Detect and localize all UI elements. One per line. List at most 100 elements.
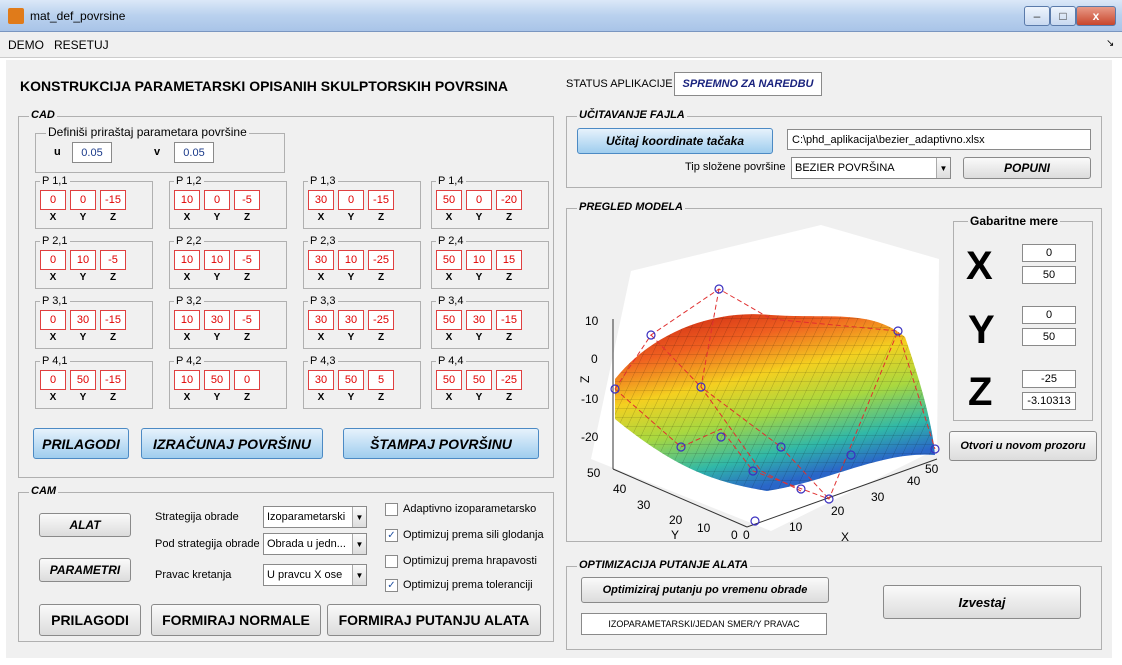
coord-z-input[interactable]: -25: [368, 310, 394, 330]
coord-x-input[interactable]: 0: [40, 310, 66, 330]
dim-z-min: -25: [1022, 370, 1076, 388]
adjust-cad-button[interactable]: PRILAGODI: [33, 428, 129, 459]
axis-x-label: X: [49, 272, 57, 283]
axis-y-label: Y: [347, 332, 355, 343]
coord-z-input[interactable]: 5: [368, 370, 394, 390]
coord-y-input[interactable]: 10: [70, 250, 96, 270]
axis-x-label: X: [445, 332, 453, 343]
adjust-cam-button[interactable]: PRILAGODI: [39, 604, 141, 636]
form-toolpath-button[interactable]: FORMIRAJ PUTANJU ALATA: [327, 604, 541, 636]
close-button[interactable]: x: [1076, 6, 1116, 26]
menu-reset[interactable]: RESETUJ: [54, 38, 109, 52]
coord-z-input[interactable]: -5: [234, 190, 260, 210]
axis-x-label: X: [317, 332, 325, 343]
axis-y-label: Y: [213, 392, 221, 403]
control-point-group: P 4,1 0 X 50 Y -15 Z: [35, 355, 153, 409]
y-tick: 20: [669, 513, 683, 527]
coord-z-input[interactable]: 0: [234, 370, 260, 390]
coord-z-input[interactable]: 15: [496, 250, 522, 270]
axis-z-label: Z: [243, 212, 251, 223]
coord-z-input[interactable]: -15: [100, 370, 126, 390]
coord-y-input[interactable]: 0: [70, 190, 96, 210]
control-point-label: P 4,3: [308, 355, 338, 367]
coord-x-input[interactable]: 10: [174, 250, 200, 270]
coord-y-input[interactable]: 50: [204, 370, 230, 390]
coord-y-input[interactable]: 0: [466, 190, 492, 210]
maximize-button[interactable]: □: [1050, 6, 1076, 26]
print-surface-button[interactable]: ŠTAMPAJ POVRŠINU: [343, 428, 539, 459]
coord-z-input[interactable]: -5: [234, 310, 260, 330]
coord-y-input[interactable]: 10: [204, 250, 230, 270]
coord-x-input[interactable]: 0: [40, 250, 66, 270]
surface-plot[interactable]: 10 0 -10 -20 Z 50 40 30 20 10 0 Y 0 10 2…: [571, 219, 943, 541]
menu-demo[interactable]: DEMO: [8, 38, 44, 52]
coord-y-input[interactable]: 10: [466, 250, 492, 270]
axis-z-label: Z: [505, 212, 513, 223]
coord-x-input[interactable]: 10: [174, 190, 200, 210]
coord-y-input[interactable]: 50: [466, 370, 492, 390]
axis-y-label: Y: [79, 272, 87, 283]
compute-surface-button[interactable]: IZRAČUNAJ POVRŠINU: [141, 428, 323, 459]
control-point-label: P 3,4: [436, 295, 466, 307]
coord-y-input[interactable]: 0: [338, 190, 364, 210]
dock-arrow-icon[interactable]: ↘: [1106, 38, 1114, 49]
form-normals-button[interactable]: FORMIRAJ NORMALE: [151, 604, 321, 636]
coord-x-input[interactable]: 50: [436, 250, 462, 270]
coord-x-input[interactable]: 50: [436, 310, 462, 330]
coord-y-input[interactable]: 50: [338, 370, 364, 390]
option-checkbox[interactable]: [385, 555, 398, 568]
coord-x-input[interactable]: 30: [308, 190, 334, 210]
surface-type-select[interactable]: BEZIER POVRŠINA ▼: [791, 157, 951, 179]
control-point-group: P 3,2 10 X 30 Y -5 Z: [169, 295, 287, 349]
coord-z-input[interactable]: -25: [368, 250, 394, 270]
coord-x-input[interactable]: 0: [40, 190, 66, 210]
surface-type-label: Tip složene površine: [685, 161, 786, 173]
main-figure: KONSTRUKCIJA PARAMETARSKI OPISANIH SKULP…: [6, 60, 1112, 658]
axis-x-label: X: [317, 212, 325, 223]
coord-z-input[interactable]: -15: [496, 310, 522, 330]
option-checkbox[interactable]: [385, 503, 398, 516]
coord-x-input[interactable]: 30: [308, 310, 334, 330]
coord-z-input[interactable]: -15: [368, 190, 394, 210]
coord-x-input[interactable]: 50: [436, 370, 462, 390]
coord-x-input[interactable]: 10: [174, 310, 200, 330]
coord-z-input[interactable]: -15: [100, 310, 126, 330]
window-title: mat_def_povrsine: [30, 9, 126, 23]
report-button[interactable]: Izvestaj: [883, 585, 1081, 619]
optimization-panel: OPTIMIZACIJA PUTANJE ALATA Optimiziraj p…: [566, 559, 1102, 650]
file-path-input[interactable]: C:\phd_aplikacija\bezier_adaptivno.xlsx: [787, 129, 1091, 150]
coord-x-input[interactable]: 30: [308, 250, 334, 270]
coord-y-input[interactable]: 30: [204, 310, 230, 330]
option-checkbox[interactable]: ✓: [385, 529, 398, 542]
z-tick: -10: [581, 392, 599, 406]
coord-z-input[interactable]: -15: [100, 190, 126, 210]
minimize-button[interactable]: –: [1024, 6, 1050, 26]
control-point-label: P 4,2: [174, 355, 204, 367]
coord-x-input[interactable]: 30: [308, 370, 334, 390]
coord-y-input[interactable]: 30: [70, 310, 96, 330]
optimize-time-button[interactable]: Optimiziraj putanju po vremenu obrade: [581, 577, 829, 603]
fill-button[interactable]: POPUNI: [963, 157, 1091, 179]
axis-y-label: Y: [79, 392, 87, 403]
coord-y-input[interactable]: 30: [338, 310, 364, 330]
load-points-button[interactable]: Učitaj koordinate tačaka: [577, 128, 773, 154]
coord-x-input[interactable]: 10: [174, 370, 200, 390]
y-tick: 40: [613, 482, 627, 496]
coord-y-input[interactable]: 0: [204, 190, 230, 210]
model-preview-panel: PREGLED MODELA 10 0 -10 -20 Z 50 40 30 2…: [566, 201, 1102, 542]
coord-y-input[interactable]: 50: [70, 370, 96, 390]
coord-z-input[interactable]: -20: [496, 190, 522, 210]
coord-z-input[interactable]: -25: [496, 370, 522, 390]
axis-z-label: Z: [243, 392, 251, 403]
option-checkbox[interactable]: ✓: [385, 579, 398, 592]
coord-y-input[interactable]: 10: [338, 250, 364, 270]
coord-z-input[interactable]: -5: [100, 250, 126, 270]
coord-x-input[interactable]: 0: [40, 370, 66, 390]
axis-z-label: Z: [243, 332, 251, 343]
control-point-label: P 4,1: [40, 355, 70, 367]
coord-x-input[interactable]: 50: [436, 190, 462, 210]
coord-z-input[interactable]: -5: [234, 250, 260, 270]
open-new-window-button[interactable]: Otvori u novom prozoru: [949, 431, 1097, 461]
dimensions-group: Gabaritne mere X 0 50 Y 0 50 Z -25 -3.10…: [953, 214, 1093, 421]
coord-y-input[interactable]: 30: [466, 310, 492, 330]
